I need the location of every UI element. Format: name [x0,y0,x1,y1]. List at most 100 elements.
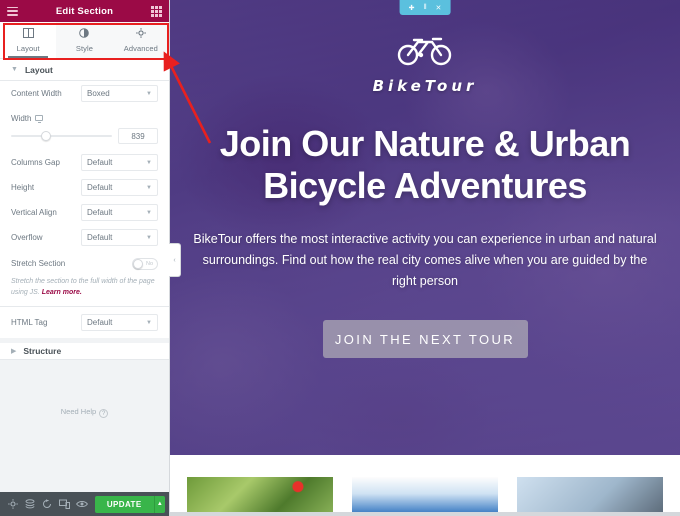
toggle-knob [133,258,143,269]
tab-advanced-label: Advanced [123,43,158,53]
field-content-width: Content Width Boxed ▼ [0,81,169,106]
width-label: Width [11,114,79,123]
preview-icon[interactable] [74,492,91,516]
update-button[interactable]: UPDATE [94,495,154,513]
panel-footer-toolbar: UPDATE ▲ [0,492,169,516]
height-value: Default [87,183,113,192]
stretch-section-label: Stretch Section [11,259,66,268]
columns-gap-value: Default [87,158,113,167]
hero-headline: Join Our Nature & Urban Bicycle Adventur… [170,123,680,207]
width-slider[interactable] [11,130,112,142]
panel-tabs: Layout Style Advanced [0,22,169,59]
field-width: Width [0,106,169,126]
editor-panel: Edit Section Layout Style Advanced ▼ Lay… [0,0,181,516]
stretch-section-toggle[interactable]: No [132,257,158,270]
responsive-mode-icon[interactable] [56,492,73,516]
toggle-state-label: No [145,260,153,267]
overflow-value: Default [87,233,113,242]
content-width-label: Content Width [11,89,62,98]
height-select[interactable]: Default ▼ [81,179,158,196]
join-next-tour-button[interactable]: JOIN THE NEXT TOUR [322,320,528,358]
preview-canvas: ✚ ⦀ ✕ BikeTour Join Our Nature & Urban B… [170,0,680,516]
tab-style-label: Style [75,43,94,53]
stretch-hint-text: Stretch the section to the full width of… [11,278,155,296]
field-columns-gap: Columns Gap Default ▼ [0,150,169,175]
html-tag-value: Default [87,318,113,327]
learn-more-link[interactable]: Learn more. [42,289,82,296]
chevron-down-icon: ▼ [146,159,152,166]
panel-header: Edit Section [0,0,169,22]
html-tag-label: HTML Tag [11,318,48,327]
columns-icon [22,27,34,41]
vertical-align-label: Vertical Align [11,208,57,217]
overflow-select[interactable]: Default ▼ [81,229,158,246]
section-structure-header[interactable]: ▶ Structure [0,338,169,360]
field-overflow: Overflow Default ▼ [0,225,169,250]
chevron-down-icon: ▼ [146,184,152,191]
stretch-section-hint: Stretch the section to the full width of… [0,275,169,307]
overflow-label: Overflow [11,233,43,242]
section-layout-header[interactable]: ▼ Layout [0,59,169,81]
navigator-icon[interactable] [21,492,38,516]
panel-collapse-handle[interactable]: ‹ [169,243,181,277]
card-trees-sign[interactable] [187,477,333,516]
field-html-tag: HTML Tag Default ▼ [0,307,169,338]
question-mark-icon: ? [99,409,109,418]
update-options-caret[interactable]: ▲ [153,495,165,513]
panel-empty-space: Need Help? [0,360,169,492]
card-sky-horizon[interactable] [352,477,498,516]
html-tag-select[interactable]: Default ▼ [81,314,158,331]
need-help[interactable]: Need Help? [0,407,169,418]
cards-row [170,455,680,516]
card-cyclist[interactable] [517,477,663,516]
content-width-select[interactable]: Boxed ▼ [81,85,158,102]
width-input[interactable]: 839 [118,128,158,144]
chevron-down-icon: ▼ [146,90,152,97]
chevron-down-icon: ▼ [146,319,152,326]
chevron-down-icon: ▼ [146,209,152,216]
columns-gap-select[interactable]: Default ▼ [81,154,158,171]
chevron-down-icon: ▼ [146,234,152,241]
brand-name: BikeTour [372,77,478,95]
columns-gap-label: Columns Gap [11,158,60,167]
tab-style[interactable]: Style [56,22,113,58]
contrast-icon [79,27,90,41]
width-slider-row: 839 [0,126,169,150]
gear-icon[interactable] [4,492,21,516]
section-layout-title: Layout [24,64,53,75]
section-toolbar: ✚ ⦀ ✕ [399,0,451,15]
tab-advanced[interactable]: Advanced [112,22,169,58]
drag-handle-icon[interactable]: ⦀ [423,4,426,12]
desktop-icon[interactable] [35,115,44,123]
vertical-align-select[interactable]: Default ▼ [81,204,158,221]
close-icon[interactable]: ✕ [436,4,442,12]
headline-line-2: Bicycle Adventures [263,165,587,206]
headline-line-1: Join Our Nature & Urban [219,123,631,164]
chevron-right-icon: ▶ [11,348,17,355]
tab-layout[interactable]: Layout [0,22,57,58]
width-label-text: Width [11,113,32,123]
add-section-icon[interactable]: ✚ [409,4,415,12]
section-structure-title: Structure [23,346,62,356]
hero-section[interactable]: ✚ ⦀ ✕ BikeTour Join Our Nature & Urban B… [170,0,680,455]
vertical-align-value: Default [87,208,113,217]
gear-icon [136,27,146,41]
bottom-scrollbar[interactable] [170,512,680,516]
field-vertical-align: Vertical Align Default ▼ [0,200,169,225]
bicycle-icon [170,32,680,71]
panel-title: Edit Section [55,5,114,17]
hero-content: BikeTour Join Our Nature & Urban Bicycle… [170,0,680,358]
field-stretch-section: Stretch Section No [0,250,169,275]
field-height: Height Default ▼ [0,175,169,200]
tab-layout-label: Layout [16,43,40,53]
elementor-editor: Edit Section Layout Style Advanced ▼ Lay… [0,0,680,516]
layout-controls: Content Width Boxed ▼ Width 839 Columns … [0,81,169,338]
chevron-down-icon: ▼ [11,66,18,73]
slider-knob[interactable] [41,131,52,141]
grid-apps-icon[interactable] [151,5,162,17]
content-width-value: Boxed [87,89,110,98]
slider-track [11,135,112,137]
history-icon[interactable] [39,492,56,516]
hamburger-icon[interactable] [7,6,18,16]
hero-subtext: BikeTour offers the most interactive act… [193,232,657,288]
